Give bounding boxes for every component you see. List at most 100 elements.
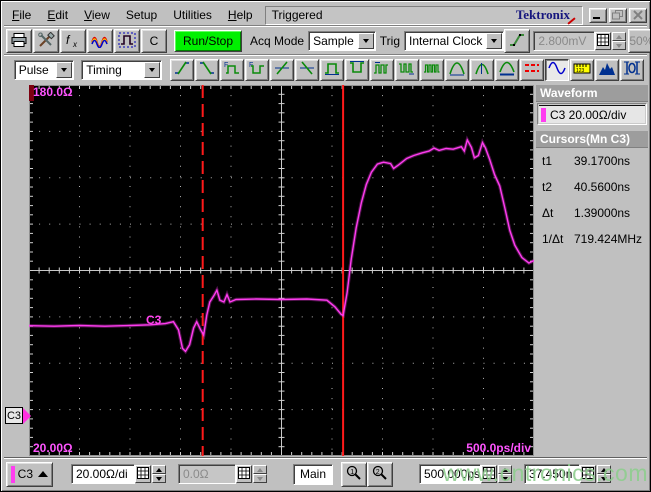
vertical-scale-field[interactable]: 20.00Ω/di bbox=[71, 464, 135, 484]
tools-icon bbox=[37, 31, 55, 51]
horizontal-scale-spinner bbox=[498, 465, 512, 483]
formula-icon: fx bbox=[64, 32, 82, 51]
display-mode-buttons: 123 bbox=[519, 58, 645, 81]
acq-mode-dropdown[interactable]: Sample bbox=[308, 31, 376, 51]
cursor-readouts: t1 39.1700ns t2 40.5600ns Δt 1.39000ns 1… bbox=[536, 148, 648, 252]
spin-up-button[interactable] bbox=[152, 465, 166, 474]
pulse-area-button[interactable] bbox=[494, 58, 519, 81]
horizontal-scale-keypad-button[interactable] bbox=[481, 465, 497, 483]
waveform-list-item[interactable]: C3 20.00Ω/div bbox=[539, 105, 645, 123]
channel-marker-label: C3 bbox=[5, 407, 23, 424]
trig-level-spinner bbox=[612, 32, 627, 50]
chevron-down-icon[interactable] bbox=[357, 33, 374, 49]
negative-width-button[interactable]: F bbox=[244, 58, 269, 81]
negative-peak-button[interactable] bbox=[469, 58, 494, 81]
zoom-2-button[interactable]: 2 bbox=[367, 461, 393, 487]
readout-label: 1/Δt bbox=[542, 232, 564, 246]
signal-class-dropdown[interactable]: Pulse bbox=[13, 59, 74, 80]
run-stop-button[interactable]: Run/Stop bbox=[174, 30, 243, 52]
cursor-readout-row: t2 40.5600ns bbox=[536, 174, 648, 200]
trig-level-keypad-button[interactable] bbox=[595, 32, 612, 50]
cursor-readout-row: t1 39.1700ns bbox=[536, 148, 648, 174]
spin-down-button[interactable] bbox=[253, 474, 267, 483]
menu-item-view[interactable]: View bbox=[76, 6, 118, 24]
chevron-down-icon[interactable] bbox=[55, 61, 72, 78]
tools-button[interactable] bbox=[33, 29, 59, 53]
positive-peak-button[interactable] bbox=[444, 58, 469, 81]
menu-items: File Edit View Setup Utilities Help bbox=[4, 4, 261, 26]
horizontal-scale-field[interactable]: 500.000ps bbox=[419, 464, 481, 484]
zoom-1-button[interactable]: 1 bbox=[341, 461, 367, 487]
histogram-display-button[interactable] bbox=[594, 58, 619, 81]
waveform-display-icon bbox=[548, 60, 566, 79]
eye-diagram-button[interactable] bbox=[619, 58, 644, 81]
svg-text:f: f bbox=[66, 33, 71, 47]
svg-text:x: x bbox=[72, 40, 78, 48]
horizontal-position-keypad-button[interactable] bbox=[580, 465, 596, 483]
measure-category-dropdown[interactable]: Timing bbox=[81, 59, 163, 80]
timebase-selector[interactable]: Main bbox=[293, 463, 333, 485]
svg-text:1: 1 bbox=[350, 468, 354, 475]
vertical-scale-keypad-button[interactable] bbox=[135, 465, 151, 483]
minimize-button[interactable] bbox=[589, 7, 607, 23]
spin-up-button[interactable] bbox=[612, 32, 627, 41]
svg-text:123: 123 bbox=[576, 68, 585, 74]
vertical-scale-control: 20.00Ω/di bbox=[71, 464, 166, 484]
burst-rise-button[interactable] bbox=[369, 58, 394, 81]
rising-edge-button[interactable] bbox=[269, 58, 294, 81]
spin-down-button[interactable] bbox=[612, 41, 627, 50]
close-button[interactable] bbox=[629, 7, 647, 23]
rise-time-button[interactable] bbox=[169, 58, 194, 81]
pulse-select-button[interactable] bbox=[114, 29, 140, 53]
menu-item-help[interactable]: Help bbox=[220, 6, 261, 24]
trig-slope-button[interactable] bbox=[504, 29, 531, 53]
histogram-display-icon bbox=[598, 60, 616, 79]
menu-item-file[interactable]: File bbox=[4, 6, 39, 24]
waveform-display-button[interactable] bbox=[544, 58, 569, 81]
acq-mode-value: Sample bbox=[313, 34, 354, 48]
trigger-status: Triggered bbox=[271, 8, 323, 22]
spin-down-button[interactable] bbox=[498, 474, 512, 483]
vertical-offset-field[interactable]: 0.0Ω bbox=[178, 464, 236, 484]
channel-select-button[interactable]: C3 bbox=[6, 461, 53, 487]
falling-edge-button[interactable] bbox=[294, 58, 319, 81]
fall-time-button[interactable] bbox=[194, 58, 219, 81]
horizontal-scale-control: 500.000ps bbox=[419, 464, 512, 484]
cursors-display-button[interactable] bbox=[519, 58, 544, 81]
clear-button[interactable]: C bbox=[141, 29, 167, 53]
waveform-display-area[interactable]: 180.0Ω 20.00Ω 500.0ps/div C3 bbox=[29, 85, 534, 456]
svg-text:2: 2 bbox=[376, 468, 380, 475]
vertical-min-label: 20.00Ω bbox=[33, 441, 73, 455]
vertical-offset-control: 0.0Ω bbox=[178, 464, 267, 484]
measurement-ruler-button[interactable]: 123 bbox=[569, 58, 594, 81]
positive-pulse-button[interactable] bbox=[319, 58, 344, 81]
trig-source-dropdown[interactable]: Internal Clock bbox=[404, 31, 505, 51]
formula-button[interactable]: fx bbox=[60, 29, 86, 53]
negative-pulse-button[interactable] bbox=[344, 58, 369, 81]
set-level-50-button[interactable]: 50% bbox=[628, 29, 650, 53]
burst-fall-button[interactable] bbox=[394, 58, 419, 81]
channel-color-stripe bbox=[11, 465, 15, 483]
spin-up-button[interactable] bbox=[253, 465, 267, 474]
horizontal-position-field[interactable]: 37.450n bbox=[524, 464, 580, 484]
spin-up-button[interactable] bbox=[597, 465, 611, 474]
negative-pulse-icon bbox=[348, 60, 366, 79]
channel-marker[interactable]: C3 bbox=[5, 407, 31, 424]
positive-width-button[interactable]: F bbox=[219, 58, 244, 81]
chevron-down-icon[interactable] bbox=[486, 33, 503, 49]
measurement-toolbar: Pulse Timing FF 123 bbox=[4, 55, 647, 83]
pulse-train-button[interactable] bbox=[419, 58, 444, 81]
restore-button[interactable] bbox=[609, 7, 627, 23]
menu-item-setup[interactable]: Setup bbox=[118, 6, 165, 24]
window-buttons bbox=[589, 7, 647, 23]
spin-down-button[interactable] bbox=[597, 474, 611, 483]
print-button[interactable] bbox=[6, 29, 32, 53]
waveform-colors-button[interactable] bbox=[87, 29, 113, 53]
menu-item-utilities[interactable]: Utilities bbox=[165, 6, 220, 24]
chevron-down-icon[interactable] bbox=[144, 61, 161, 78]
vertical-offset-keypad-button[interactable] bbox=[236, 465, 252, 483]
trig-level-field[interactable]: 2.800mV bbox=[533, 31, 596, 51]
menu-item-edit[interactable]: Edit bbox=[39, 6, 76, 24]
spin-up-button[interactable] bbox=[498, 465, 512, 474]
spin-down-button[interactable] bbox=[152, 474, 166, 483]
